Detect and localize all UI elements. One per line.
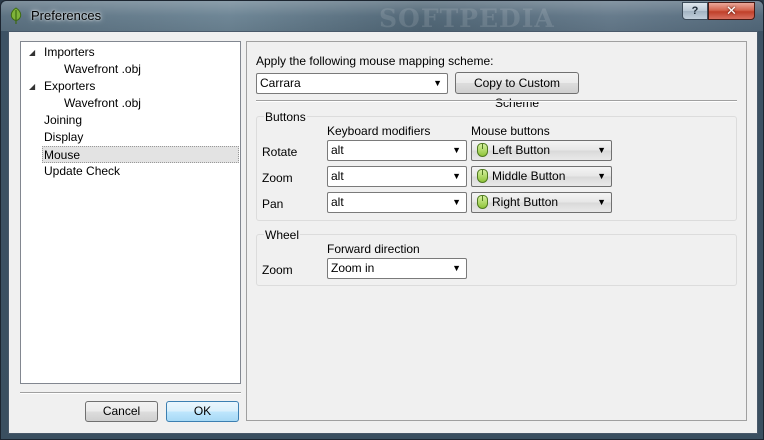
dialog-client: ◢ Importers Wavefront .obj ◢ Exporters W…: [8, 31, 758, 434]
tree-item-mouse[interactable]: Mouse: [42, 146, 239, 163]
tree-item-importers-wavefront[interactable]: Wavefront .obj: [21, 61, 240, 78]
mouse-icon: [477, 195, 488, 209]
pan-label: Pan: [262, 197, 284, 211]
tree-item-importers[interactable]: ◢ Importers: [21, 44, 240, 61]
separator: [256, 100, 737, 102]
rotate-label: Rotate: [262, 145, 298, 159]
rotate-button-select[interactable]: Left Button ▼: [471, 140, 612, 161]
tree-item-label: Display: [44, 130, 84, 144]
cancel-button[interactable]: Cancel: [85, 401, 158, 422]
window-title: Preferences: [31, 8, 102, 23]
pan-button-value: Right Button: [492, 195, 559, 209]
pan-modifier-select[interactable]: alt ▼: [327, 192, 467, 213]
pan-button-select[interactable]: Right Button ▼: [471, 192, 612, 213]
expanded-triangle-icon[interactable]: ◢: [29, 44, 35, 61]
zoom-button-select[interactable]: Middle Button ▼: [471, 166, 612, 187]
tree-item-label: Update Check: [44, 164, 121, 178]
ok-button[interactable]: OK: [166, 401, 239, 422]
tree-item-label: Wavefront .obj: [64, 62, 141, 76]
rotate-button-value: Left Button: [492, 143, 551, 157]
separator: [20, 392, 241, 394]
mouse-icon: [477, 143, 488, 157]
dropdown-arrow-icon: ▼: [597, 145, 606, 155]
softpedia-watermark: SOFTPEDIA: [379, 4, 555, 33]
dropdown-arrow-icon: ▼: [452, 171, 461, 181]
rotate-modifier-value: alt: [331, 143, 344, 157]
tree-item-label: Exporters: [44, 79, 96, 93]
wheel-direction-value: Zoom in: [331, 261, 375, 275]
rotate-modifier-select[interactable]: alt ▼: [327, 140, 467, 161]
wheel-group-title: Wheel: [264, 228, 301, 242]
zoom-modifier-value: alt: [331, 169, 344, 183]
zoom-modifier-select[interactable]: alt ▼: [327, 166, 467, 187]
tree-item-exporters-wavefront[interactable]: Wavefront .obj: [21, 95, 240, 112]
mouse-buttons-header: Mouse buttons: [471, 124, 550, 138]
buttons-group-title: Buttons: [264, 110, 307, 124]
mouse-settings-panel: Apply the following mouse mapping scheme…: [246, 41, 747, 421]
dropdown-arrow-icon: ▼: [597, 171, 606, 181]
app-leaf-icon: [10, 7, 22, 24]
tree-item-joining[interactable]: Joining: [21, 112, 240, 129]
wheel-zoom-label: Zoom: [262, 263, 293, 277]
zoom-button-value: Middle Button: [492, 169, 566, 183]
pan-modifier-value: alt: [331, 195, 344, 209]
dropdown-arrow-icon: ▼: [452, 197, 461, 207]
dropdown-arrow-icon: ▼: [452, 263, 461, 273]
dropdown-arrow-icon: ▼: [452, 145, 461, 155]
category-tree[interactable]: ◢ Importers Wavefront .obj ◢ Exporters W…: [20, 41, 241, 384]
forward-direction-header: Forward direction: [327, 242, 420, 256]
tree-item-label: Joining: [44, 113, 83, 127]
tree-item-label: Wavefront .obj: [64, 96, 141, 110]
dropdown-arrow-icon: ▼: [597, 197, 606, 207]
tree-item-update-check[interactable]: Update Check: [21, 163, 240, 180]
mouse-icon: [477, 169, 488, 183]
preferences-window: Preferences SOFTPEDIA ? ✕ ◢ Importers Wa…: [0, 0, 764, 440]
expanded-triangle-icon[interactable]: ◢: [29, 78, 35, 95]
close-button[interactable]: ✕: [708, 2, 755, 20]
copy-to-custom-scheme-button[interactable]: Copy to Custom Scheme: [455, 72, 579, 110]
tree-item-exporters[interactable]: ◢ Exporters: [21, 78, 240, 95]
tree-item-display[interactable]: Display: [21, 129, 240, 146]
wheel-direction-select[interactable]: Zoom in ▼: [327, 258, 467, 279]
scheme-select-value: Carrara: [260, 76, 301, 90]
title-bar[interactable]: Preferences SOFTPEDIA ? ✕: [1, 1, 763, 33]
help-button[interactable]: ?: [682, 2, 708, 20]
mapping-scheme-prompt: Apply the following mouse mapping scheme…: [256, 54, 494, 68]
tree-item-label: Importers: [44, 45, 95, 59]
scheme-select[interactable]: Carrara ▼: [256, 73, 448, 94]
keyboard-modifiers-header: Keyboard modifiers: [327, 124, 431, 138]
tree-item-label: Mouse: [44, 148, 81, 162]
dropdown-arrow-icon: ▼: [433, 78, 442, 88]
zoom-label: Zoom: [262, 171, 293, 185]
